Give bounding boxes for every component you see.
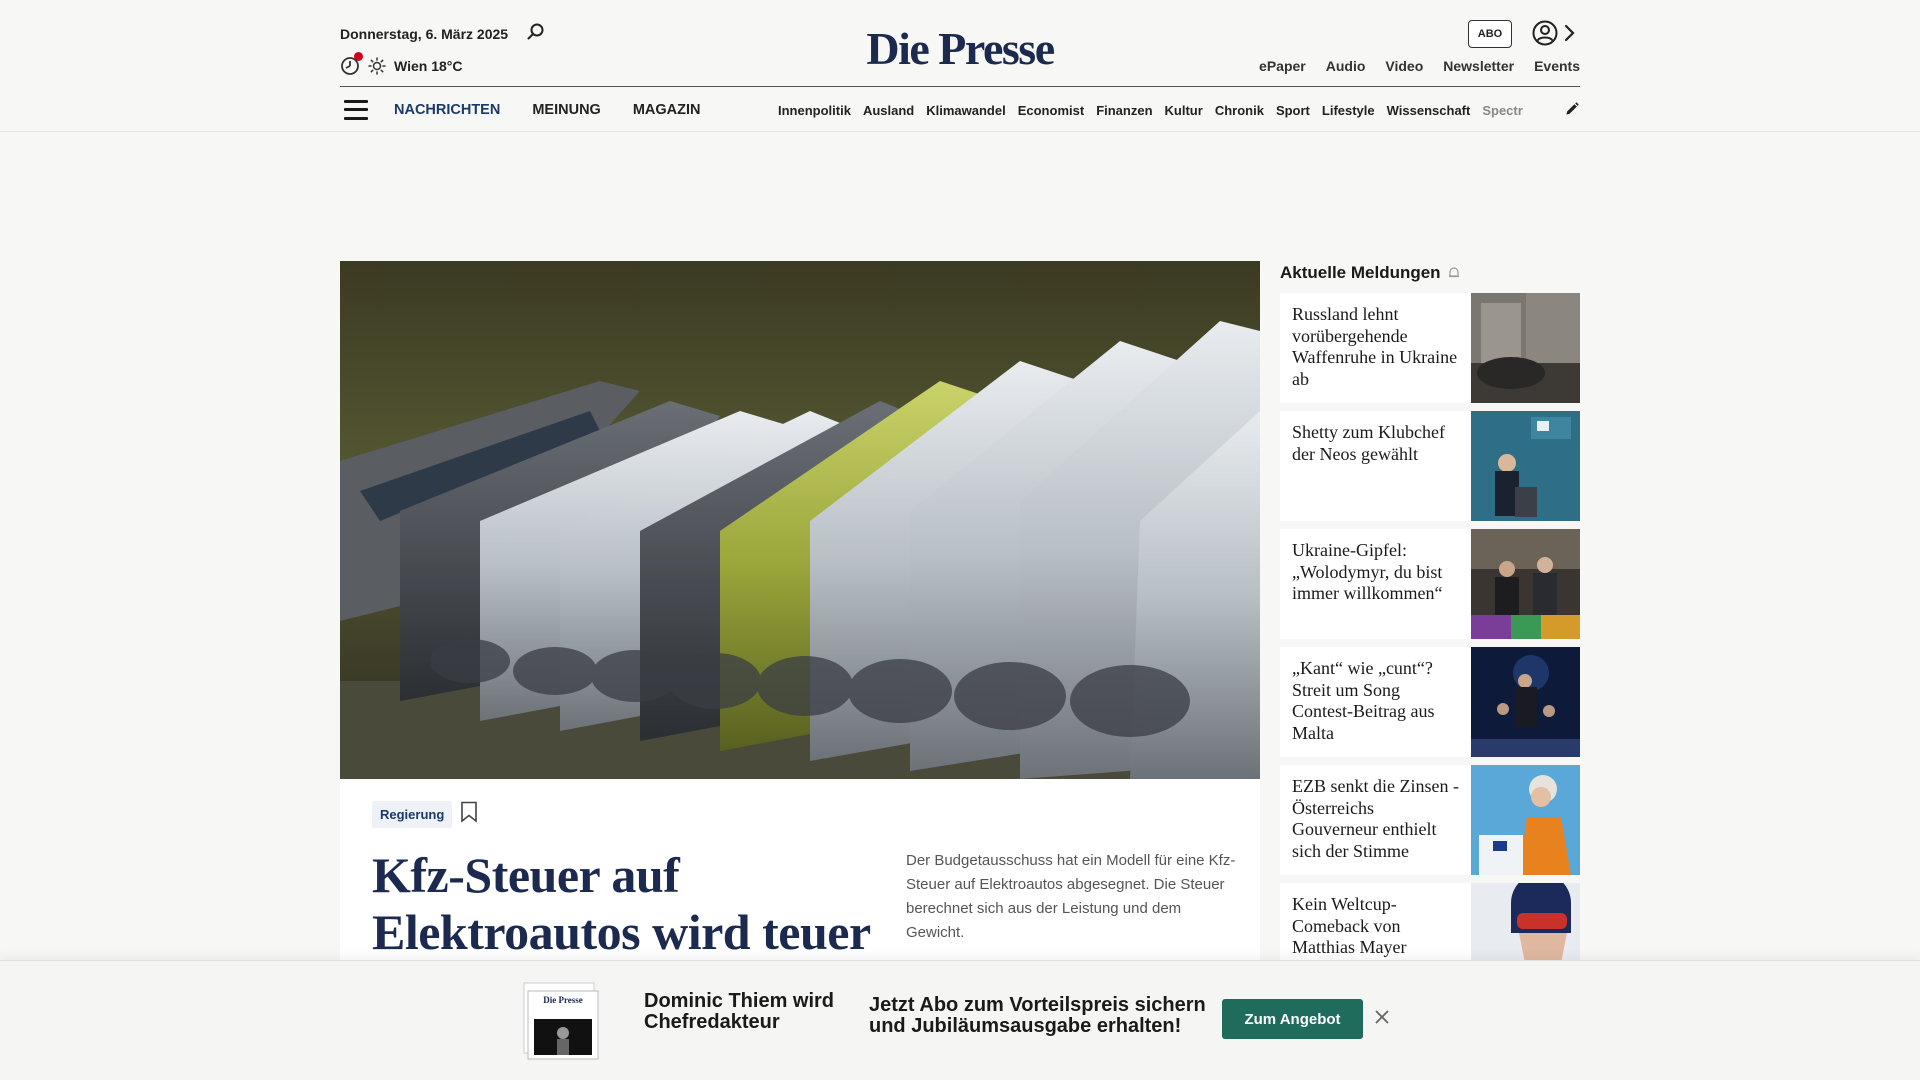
nav-sub-economist[interactable]: Economist: [1018, 103, 1084, 118]
nav-item-nachrichten[interactable]: NACHRICHTEN: [394, 102, 500, 118]
news-thumbnail[interactable]: [1471, 411, 1580, 521]
news-item-title[interactable]: Ukraine-Gipfel: „Wolodymyr, du bist imme…: [1280, 529, 1471, 639]
live-clock-icon[interactable]: [340, 52, 363, 76]
pencil-icon[interactable]: [1560, 99, 1580, 119]
current-date: Donnerstag, 6. März 2025: [340, 26, 509, 42]
user-account-icon[interactable]: [1532, 20, 1558, 46]
nav-sub-klimawandel[interactable]: Klimawandel: [926, 103, 1005, 118]
news-item-title[interactable]: EZB senkt die Zinsen - Österreichs Gouve…: [1280, 765, 1471, 875]
site-logo[interactable]: Die Presse: [860, 22, 1060, 75]
article-headline[interactable]: Kfz-Steuer auf Elektroautos wird teuer: [372, 847, 872, 961]
live-indicator-dot: [354, 52, 363, 61]
nav-item-magazin[interactable]: MAGAZIN: [633, 102, 701, 118]
abo-button[interactable]: ABO: [1468, 20, 1512, 48]
news-item[interactable]: Shetty zum Klubchef der Neos gewählt: [1280, 411, 1580, 521]
news-thumbnail[interactable]: [1471, 765, 1580, 875]
nav-sub-lifestyle[interactable]: Lifestyle: [1322, 103, 1375, 118]
top-link-newsletter[interactable]: Newsletter: [1443, 58, 1514, 74]
news-thumbnail[interactable]: [1471, 529, 1580, 639]
promo-headline: Dominic Thiem wird Chefredakteur: [644, 990, 835, 1033]
promo-thumb-logo: Die Presse: [543, 995, 583, 1005]
main-navigation: NACHRICHTEN MEINUNG MAGAZIN Innenpolitik…: [340, 86, 1580, 132]
nav-item-meinung[interactable]: MEINUNG: [532, 102, 600, 118]
chevron-right-icon[interactable]: [1562, 22, 1576, 44]
nav-sub-sport[interactable]: Sport: [1276, 103, 1310, 118]
subscription-promo-bar: Die Presse Dominic Thiem wird Chefredakt…: [0, 960, 1920, 1080]
article-teaser: Der Budgetausschuss hat ein Modell für e…: [906, 852, 1236, 941]
nav-sub-innenpolitik[interactable]: Innenpolitik: [778, 103, 851, 118]
weather-text: Wien 18°C: [394, 58, 463, 74]
news-item-title[interactable]: Russland lehnt vorübergehende Waffenruhe…: [1280, 293, 1471, 403]
news-item[interactable]: Russland lehnt vorübergehende Waffenruhe…: [1280, 293, 1580, 403]
bell-icon[interactable]: [1447, 266, 1461, 280]
nav-sub-spectrum[interactable]: Spectr: [1482, 103, 1522, 118]
news-thumbnail[interactable]: [1471, 293, 1580, 403]
top-link-events[interactable]: Events: [1534, 58, 1580, 74]
promo-offer-button[interactable]: Zum Angebot: [1222, 999, 1363, 1039]
promo-newspaper-image: Die Presse: [522, 981, 602, 1061]
top-link-video[interactable]: Video: [1385, 58, 1423, 74]
header-inner: Donnerstag, 6. März 2025 Wien 18°C Die P…: [340, 0, 1580, 132]
promo-text: Jetzt Abo zum Vorteilspreis sichern und …: [869, 994, 1206, 1037]
top-link-audio[interactable]: Audio: [1326, 58, 1366, 74]
top-links: ePaper Audio Video Newsletter Events: [1259, 58, 1580, 74]
weather-widget[interactable]: Wien 18°C: [340, 52, 463, 76]
hero-car-illustration: [340, 261, 1260, 779]
latest-news-sidebar: Aktuelle Meldungen Russland lehnt vorübe…: [1280, 261, 1580, 1001]
nav-sub-ausland[interactable]: Ausland: [863, 103, 914, 118]
nav-sub-finanzen[interactable]: Finanzen: [1096, 103, 1152, 118]
hero-image[interactable]: [340, 261, 1260, 779]
nav-sub-wissenschaft[interactable]: Wissenschaft: [1387, 103, 1471, 118]
news-item-title[interactable]: Shetty zum Klubchef der Neos gewählt: [1280, 411, 1471, 521]
menu-icon[interactable]: [344, 99, 368, 120]
nav-sub-kultur[interactable]: Kultur: [1165, 103, 1203, 118]
news-item[interactable]: Ukraine-Gipfel: „Wolodymyr, du bist imme…: [1280, 529, 1580, 639]
sidebar-title: Aktuelle Meldungen: [1280, 261, 1580, 285]
close-icon[interactable]: [1374, 1009, 1390, 1025]
top-link-epaper[interactable]: ePaper: [1259, 58, 1306, 74]
search-icon[interactable]: [526, 22, 546, 42]
news-thumbnail[interactable]: [1471, 647, 1580, 757]
article-tag[interactable]: Regierung: [372, 801, 453, 828]
news-item-title[interactable]: „Kant“ wie „cunt“? Streit um Song Contes…: [1280, 647, 1471, 757]
nav-sub-chronik[interactable]: Chronik: [1215, 103, 1264, 118]
news-item[interactable]: „Kant“ wie „cunt“? Streit um Song Contes…: [1280, 647, 1580, 757]
nav-main-sections: NACHRICHTEN MEINUNG MAGAZIN: [394, 102, 701, 118]
nav-sub-sections: Innenpolitik Ausland Klimawandel Economi…: [778, 87, 1578, 133]
sidebar-title-text: Aktuelle Meldungen: [1280, 263, 1441, 282]
site-header: Donnerstag, 6. März 2025 Wien 18°C Die P…: [0, 0, 1920, 132]
news-item[interactable]: EZB senkt die Zinsen - Österreichs Gouve…: [1280, 765, 1580, 875]
sun-icon: [368, 57, 386, 75]
news-list: Russland lehnt vorübergehende Waffenruhe…: [1280, 293, 1580, 993]
bookmark-icon[interactable]: [460, 801, 478, 823]
